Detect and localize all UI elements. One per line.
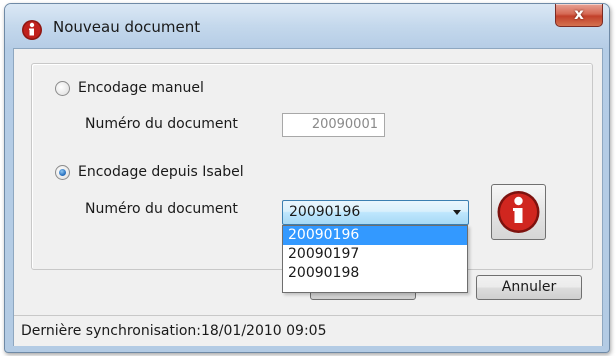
document-number-dropdown-list: 20090196 20090197 20090198 bbox=[282, 225, 468, 293]
window-title: Nouveau document bbox=[53, 18, 201, 36]
radio-manual-encoding[interactable]: Encodage manuel bbox=[55, 80, 204, 96]
isabel-sync-button[interactable] bbox=[491, 184, 546, 240]
radio-isabel-encoding[interactable]: Encodage depuis Isabel bbox=[55, 164, 244, 180]
status-bar: Dernière synchronisation:18/01/2010 09:0… bbox=[14, 315, 602, 346]
dialog-window: Nouveau document x Encodage manuel Numér… bbox=[4, 3, 610, 353]
radio-isabel-button[interactable] bbox=[55, 164, 70, 180]
isabel-document-number-label: Numéro du document bbox=[85, 201, 238, 217]
manual-document-number-label: Numéro du document bbox=[85, 116, 238, 132]
close-button[interactable]: x bbox=[555, 4, 603, 27]
chevron-down-icon[interactable] bbox=[453, 210, 461, 215]
radio-isabel-label: Encodage depuis Isabel bbox=[78, 164, 244, 180]
isabel-logo-icon bbox=[497, 191, 540, 233]
isabel-logo-icon bbox=[22, 20, 42, 40]
cancel-button[interactable]: Annuler bbox=[476, 275, 582, 300]
manual-document-number-field[interactable]: 20090001 bbox=[282, 113, 385, 137]
dropdown-option[interactable]: 20090196 bbox=[283, 226, 467, 245]
dialog-client-area: Encodage manuel Numéro du document 20090… bbox=[13, 48, 603, 346]
title-bar[interactable]: Nouveau document x bbox=[5, 4, 609, 48]
radio-manual-button[interactable] bbox=[55, 80, 70, 96]
isabel-document-number-select[interactable]: 20090196 bbox=[282, 200, 469, 225]
dropdown-option[interactable]: 20090197 bbox=[283, 245, 467, 264]
dropdown-option[interactable]: 20090198 bbox=[283, 264, 467, 283]
last-sync-status: Dernière synchronisation:18/01/2010 09:0… bbox=[21, 323, 327, 339]
close-icon: x bbox=[574, 5, 584, 23]
select-value: 20090196 bbox=[289, 204, 361, 220]
radio-manual-label: Encodage manuel bbox=[78, 80, 204, 96]
